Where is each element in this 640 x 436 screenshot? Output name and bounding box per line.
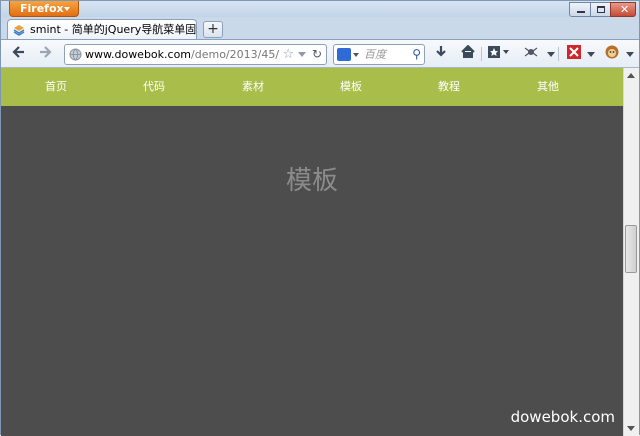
url-domain: www.dowebok.com: [85, 48, 192, 61]
browser-tab[interactable]: smint - 简单的jQuery导航菜单固定插...: [7, 19, 197, 40]
minimize-icon: [577, 11, 585, 13]
menu-item-material[interactable]: 素材: [208, 68, 298, 106]
title-bar: Firefox ✕: [1, 1, 639, 17]
toolbar-separator: [481, 47, 482, 61]
close-icon: ✕: [620, 3, 630, 16]
page-content: 首页 代码 素材 模板 教程 其他 模板 dowebok.com: [1, 68, 623, 436]
close-window-button[interactable]: ✕: [610, 2, 636, 17]
menu-item-other[interactable]: 其他: [503, 68, 593, 106]
section-heading: 模板: [285, 166, 338, 196]
tab-title: smint - 简单的jQuery导航菜单固定插...: [30, 23, 197, 36]
menu-item-tutorials[interactable]: 教程: [404, 68, 494, 106]
forward-arrow-icon[interactable]: [35, 45, 55, 63]
menu-item-templates[interactable]: 模板: [306, 68, 396, 106]
maximize-icon: [597, 6, 605, 13]
search-icon[interactable]: ⚲: [412, 45, 421, 64]
scroll-up-arrow-icon[interactable]: [627, 73, 635, 78]
firefox-menu-label: Firefox: [20, 2, 64, 15]
reload-icon[interactable]: ↻: [312, 45, 322, 64]
vertical-scrollbar[interactable]: [623, 68, 639, 436]
tab-strip: smint - 简单的jQuery导航菜单固定插... +: [1, 17, 639, 40]
addon-bug-icon[interactable]: [521, 45, 541, 63]
chevron-down-icon[interactable]: [620, 45, 640, 63]
url-path: /demo/2013/45/: [191, 48, 280, 61]
site-favicon-icon: [13, 25, 25, 36]
search-engine-icon[interactable]: [337, 48, 351, 61]
addon-monkey-icon[interactable]: [602, 45, 622, 63]
browser-window: Firefox ✕ smint - 简单的jQuery导航菜单固定插... +: [0, 0, 640, 436]
url-history-dropdown-icon[interactable]: [298, 52, 306, 57]
download-icon[interactable]: [431, 45, 451, 63]
menu-item-code[interactable]: 代码: [109, 68, 199, 106]
bookmark-star-icon[interactable]: ☆: [282, 45, 294, 64]
search-placeholder: 百度: [364, 48, 386, 61]
site-watermark: dowebok.com: [510, 408, 615, 426]
back-arrow-icon[interactable]: [9, 45, 29, 63]
scroll-down-arrow-icon[interactable]: [627, 426, 635, 431]
globe-icon: [69, 48, 82, 61]
fixed-nav-menu: 首页 代码 素材 模板 教程 其他: [1, 68, 623, 106]
navigation-toolbar: www.dowebok.com/demo/2013/45/ ☆ ↻ 百度 ⚲: [1, 39, 639, 68]
new-tab-button[interactable]: +: [203, 21, 223, 38]
chevron-down-icon[interactable]: [581, 45, 601, 63]
toolbar-separator: [558, 47, 559, 61]
search-box[interactable]: 百度 ⚲: [333, 44, 425, 65]
chevron-down-icon: [353, 53, 359, 57]
home-icon[interactable]: [458, 44, 478, 63]
address-bar[interactable]: www.dowebok.com/demo/2013/45/ ☆ ↻: [64, 44, 327, 65]
firefox-menu-button[interactable]: Firefox: [9, 1, 79, 17]
chevron-down-icon: [64, 7, 70, 11]
bookmarks-menu-icon[interactable]: [487, 45, 509, 63]
maximize-button[interactable]: [590, 2, 611, 17]
minimize-button[interactable]: [569, 2, 591, 17]
scrollbar-thumb[interactable]: [625, 225, 637, 273]
menu-item-home[interactable]: 首页: [11, 68, 101, 106]
